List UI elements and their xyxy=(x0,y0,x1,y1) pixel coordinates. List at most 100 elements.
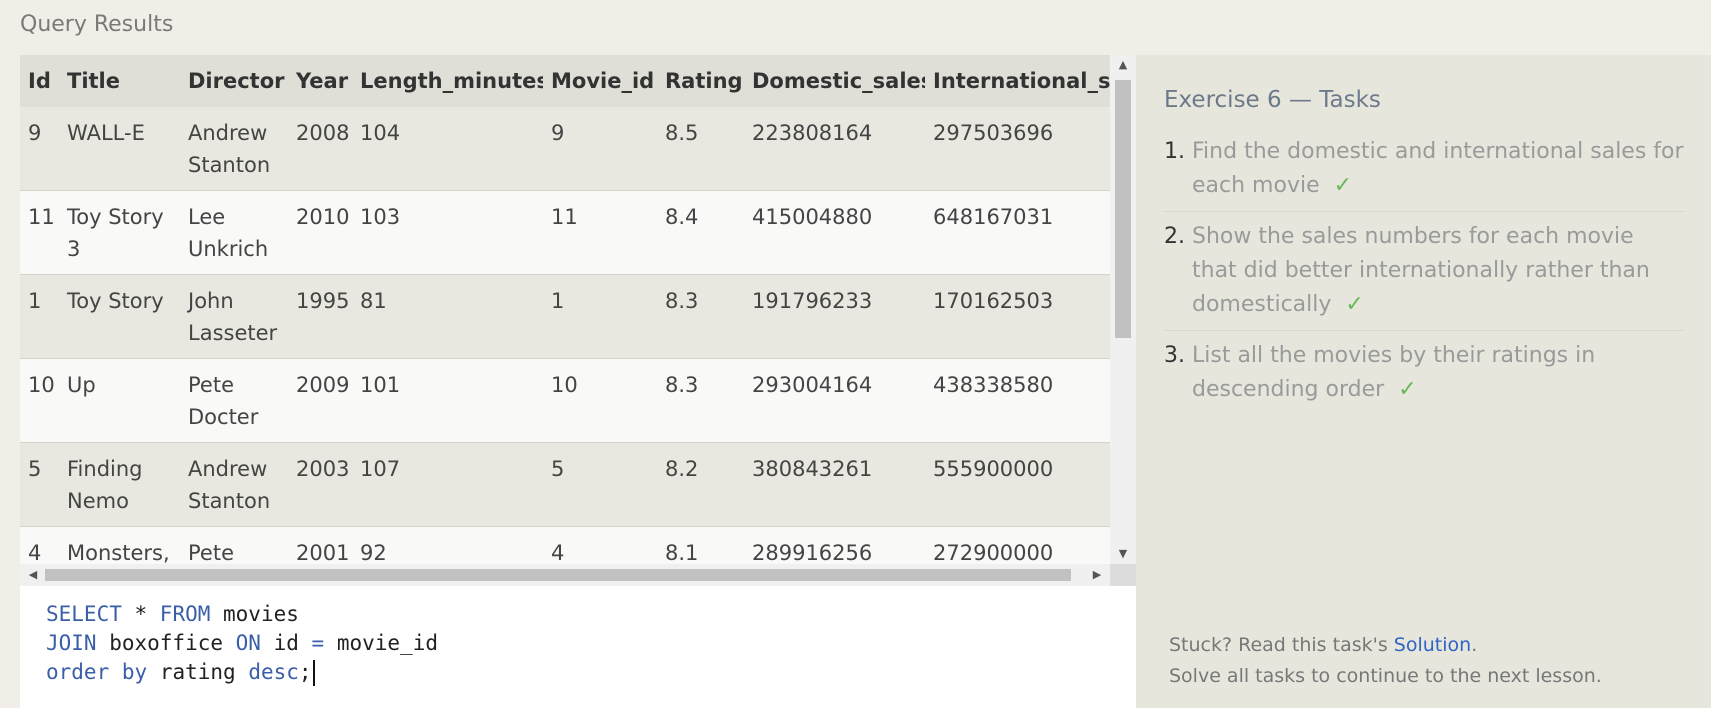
table-cell-length: 92 xyxy=(352,526,543,564)
tasks-panel: Exercise 6 — Tasks 1. Find the domestic a… xyxy=(1136,55,1711,708)
table-cell-year: 2003 xyxy=(288,442,352,527)
sql-text: rating xyxy=(147,660,249,684)
table-cell-rating: 8.3 xyxy=(657,274,744,359)
table-row: 9 WALL-E Andrew Stanton 2008 104 9 8.5 22380816… xyxy=(20,107,1110,191)
sql-text: movies xyxy=(210,602,299,626)
checkmark-icon: ✓ xyxy=(1398,377,1417,402)
results-table-viewport[interactable]: Id Title Director Year Length_minutes Movie_i… xyxy=(20,55,1110,564)
table-cell-domestic: 380843261 xyxy=(744,442,925,527)
column-header: Director xyxy=(180,55,288,107)
text-cursor xyxy=(312,660,315,686)
table-cell-director: John Lasseter xyxy=(180,274,288,359)
task-description: Show the sales numbers for each movie th… xyxy=(1192,224,1650,317)
sql-text: ; xyxy=(298,660,312,684)
sql-text: * xyxy=(121,602,160,626)
column-header: Rating xyxy=(657,55,744,107)
table-cell-director: Pete Docter xyxy=(180,358,288,443)
sql-keyword: JOIN xyxy=(46,631,97,655)
table-cell-year: 2009 xyxy=(288,358,352,443)
scroll-right-arrow-icon[interactable]: ▶ xyxy=(1086,564,1108,586)
footer-period: . xyxy=(1471,634,1478,656)
task-number: 2. xyxy=(1164,224,1185,249)
table-cell-rating: 8.4 xyxy=(657,190,744,275)
vertical-scrollbar[interactable]: ▲ ▼ xyxy=(1110,55,1136,564)
table-cell-title: Monsters, Inc. xyxy=(59,526,180,564)
table-cell-director: Pete Docter xyxy=(180,526,288,564)
sql-editor[interactable]: SELECT * FROM movies JOIN boxoffice ON id… xyxy=(20,586,1136,708)
table-row: 4Monsters, Inc.Pete Docter20019248.12899… xyxy=(20,526,1110,564)
table-cell-international: 297503696 xyxy=(925,107,1110,191)
horizontal-scrollbar[interactable]: ◀ ▶ xyxy=(20,564,1110,586)
sql-text: boxoffice xyxy=(96,631,236,655)
scroll-left-arrow-icon[interactable]: ◀ xyxy=(22,564,44,586)
checkmark-icon: ✓ xyxy=(1333,173,1353,198)
table-cell-international: 170162503 xyxy=(925,274,1110,359)
task-description: List all the movies by their ratings in … xyxy=(1192,343,1596,402)
table-cell-id: 10 xyxy=(20,358,59,443)
column-header: Id xyxy=(20,55,59,107)
tasks-footer: Stuck? Read this task's Solution. Solve … xyxy=(1169,630,1602,692)
table-cell-international: 272900000 xyxy=(925,526,1110,564)
query-results-panel: Id Title Director Year Length_minutes Movie_i… xyxy=(20,55,1136,586)
table-cell-movie-id: 4 xyxy=(543,526,657,564)
table-cell-title: Finding Nemo xyxy=(59,442,180,527)
task-description: Find the domestic and international sale… xyxy=(1192,139,1684,198)
table-row: 1 Toy Story John Lasseter 1995 81 1 8.3 1917962… xyxy=(20,274,1110,359)
task-text: Show the sales numbers for each movie th… xyxy=(1192,220,1684,322)
table-cell-rating: 8.5 xyxy=(657,107,744,191)
table-cell-length: 81 xyxy=(352,274,543,359)
table-header-row: Id Title Director Year Length_minutes Movie_i… xyxy=(20,55,1110,107)
sql-text: id xyxy=(260,631,312,655)
code-line: SELECT * FROM movies xyxy=(46,600,1110,629)
scroll-up-arrow-icon[interactable]: ▲ xyxy=(1110,55,1136,75)
table-cell-rating: 8.2 xyxy=(657,442,744,527)
sql-keyword: = xyxy=(311,631,325,655)
table-cell-year: 2010 xyxy=(288,190,352,275)
column-header: Movie_id xyxy=(543,55,657,107)
scroll-down-arrow-icon[interactable]: ▼ xyxy=(1110,544,1136,564)
sql-keyword: SELECT xyxy=(46,602,122,626)
table-row: 11 Toy Story 3 Lee Unkrich 2010 103 11 8.4 4150… xyxy=(20,190,1110,275)
table-cell-id: 5 xyxy=(20,442,59,527)
table-cell-domestic: 289916256 xyxy=(744,526,925,564)
table-cell-movie-id: 9 xyxy=(543,107,657,191)
footer-continue-text: Solve all tasks to continue to the next … xyxy=(1169,665,1602,687)
tasks-title: Exercise 6 — Tasks xyxy=(1164,87,1381,113)
table-cell-rating: 8.3 xyxy=(657,358,744,443)
task-text: Find the domestic and international sale… xyxy=(1192,135,1684,203)
task-list: 1. Find the domestic and international sa… xyxy=(1164,135,1684,423)
horizontal-scroll-thumb[interactable] xyxy=(45,569,1071,581)
column-header: Title xyxy=(59,55,180,107)
table-cell-director: Andrew Stanton xyxy=(180,107,288,191)
table-cell-domestic: 223808164 xyxy=(744,107,925,191)
sql-keyword: by xyxy=(121,660,148,684)
table-cell-movie-id: 5 xyxy=(543,442,657,527)
table-cell-length: 104 xyxy=(352,107,543,191)
code-line: order by rating desc; xyxy=(46,658,1110,687)
table-cell-director: Lee Unkrich xyxy=(180,190,288,275)
table-cell-title: Toy Story 3 xyxy=(59,190,180,275)
sql-keyword: ON xyxy=(235,631,261,655)
table-cell-length: 103 xyxy=(352,190,543,275)
scrollbar-corner xyxy=(1110,564,1136,586)
column-header: Length_minutes xyxy=(352,55,543,107)
vertical-scroll-thumb[interactable] xyxy=(1115,80,1131,338)
table-cell-international: 438338580 xyxy=(925,358,1110,443)
sql-keyword: FROM xyxy=(159,602,211,626)
table-cell-movie-id: 10 xyxy=(543,358,657,443)
code-line: JOIN boxoffice ON id = movie_id xyxy=(46,629,1110,658)
checkmark-icon: ✓ xyxy=(1345,292,1364,317)
query-results-title: Query Results xyxy=(20,12,174,37)
footer-stuck-text: Stuck? Read this task's xyxy=(1169,634,1394,656)
table-cell-title: Toy Story xyxy=(59,274,180,359)
sql-keyword: order xyxy=(46,660,110,684)
solution-link[interactable]: Solution xyxy=(1394,634,1471,656)
table-cell-length: 101 xyxy=(352,358,543,443)
table-cell-title: Up xyxy=(59,358,180,443)
column-header: Year xyxy=(288,55,352,107)
table-cell-id: 9 xyxy=(20,107,59,191)
table-cell-year: 2008 xyxy=(288,107,352,191)
table-cell-year: 1995 xyxy=(288,274,352,359)
table-cell-domestic: 415004880 xyxy=(744,190,925,275)
